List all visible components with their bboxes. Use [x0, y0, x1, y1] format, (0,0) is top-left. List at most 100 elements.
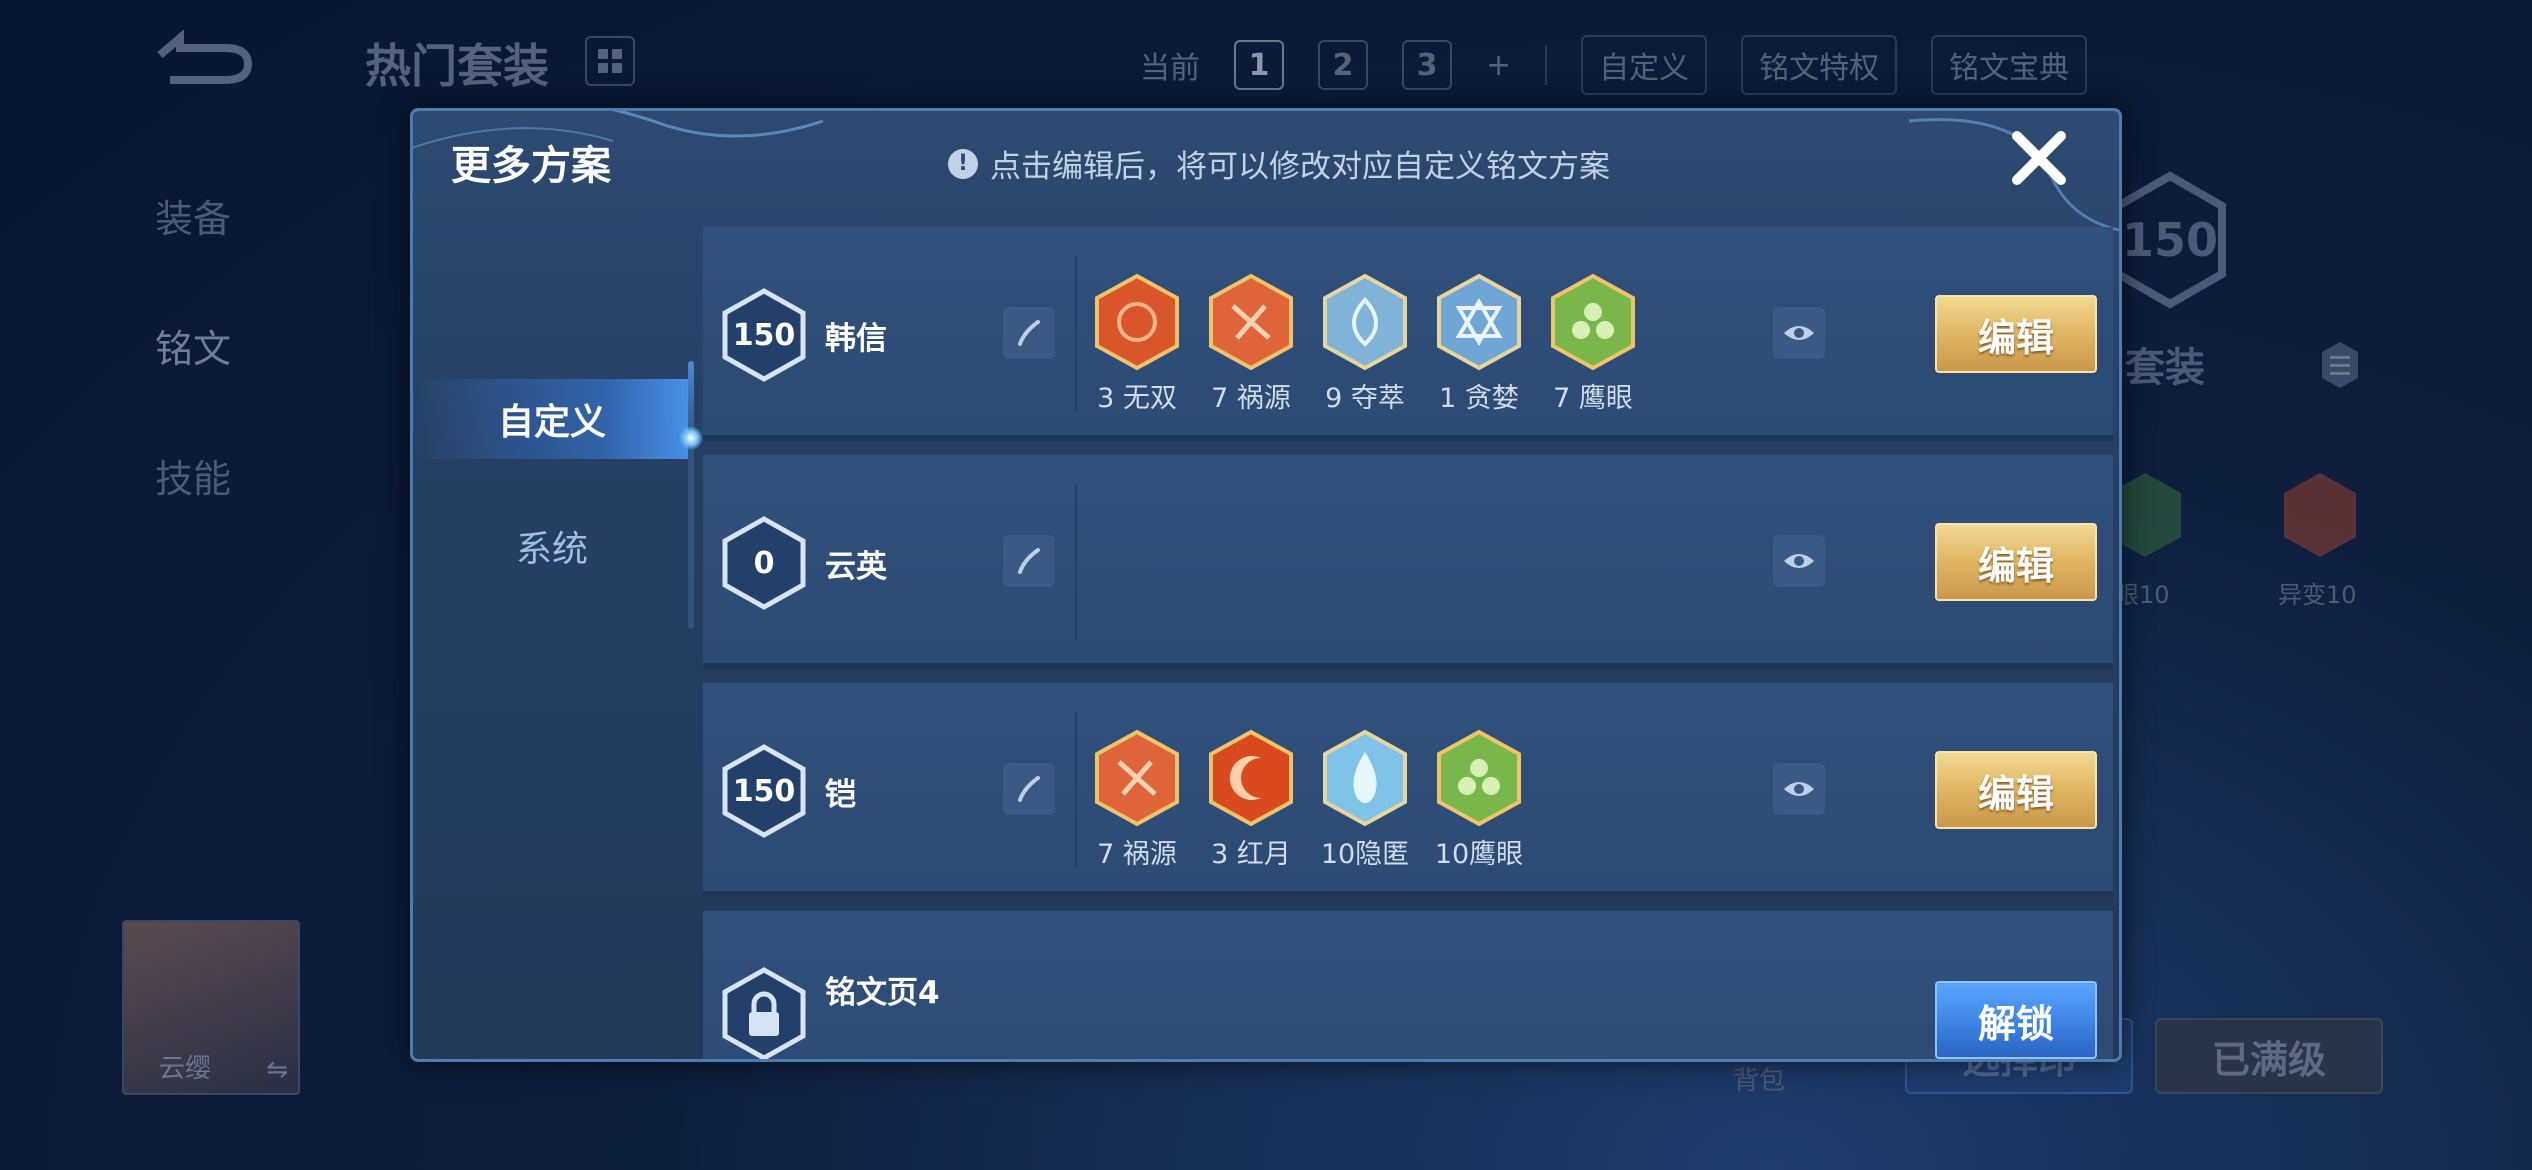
- plan-level: 150: [732, 773, 796, 809]
- info-icon: !: [948, 148, 978, 179]
- row-divider: [1075, 257, 1077, 411]
- bg-custom-button[interactable]: 自定义: [1581, 35, 1708, 95]
- rune-label: 9 夺萃: [1325, 383, 1405, 414]
- more-plans-modal: 更多方案 ! 点击编辑后，将可以修改对应自定义铭文方案 自定义 系统 150 韩…: [410, 108, 2122, 1062]
- plan-row: 0 云英 编辑: [703, 455, 2113, 669]
- bg-level-hex-icon: 150: [2114, 171, 2226, 309]
- plan-hero-name: 韩信: [825, 321, 887, 357]
- rename-button[interactable]: [1003, 307, 1055, 359]
- edit-button[interactable]: 编辑: [1935, 523, 2097, 601]
- rune-gem-icon: [1209, 729, 1293, 827]
- edit-button[interactable]: 编辑: [1935, 295, 2097, 373]
- plan-hero-name: 铠: [825, 777, 856, 813]
- close-button[interactable]: [2004, 123, 2074, 193]
- bg-menu-item-equipment[interactable]: 装备: [155, 150, 231, 280]
- bg-add-page-button[interactable]: +: [1486, 48, 1511, 83]
- bg-page-title: 热门套装: [365, 39, 549, 93]
- rune-label: 3 红月: [1211, 839, 1291, 870]
- lock-icon: [722, 967, 806, 1059]
- bg-codex-button[interactable]: 铭文宝典: [1931, 35, 2088, 95]
- plan-page-name: 铭文页4: [825, 975, 940, 1011]
- rune-item: 9 夺萃: [1321, 272, 1409, 415]
- rune-item: 3 无双: [1093, 272, 1181, 415]
- tab-system[interactable]: 系统: [413, 506, 691, 586]
- bg-page-tab-1[interactable]: 1: [1234, 40, 1284, 90]
- rune-gem-icon: [1437, 273, 1521, 371]
- rune-item: 1 贪婪: [1435, 272, 1523, 415]
- bg-divider: [1545, 45, 1548, 85]
- bg-menu-item-runes[interactable]: 铭文: [155, 280, 231, 410]
- rune-set: 3 无双 7 祸源 9 夺萃 1 贪婪 7 鹰眼: [1093, 272, 1637, 415]
- preview-button[interactable]: [1773, 535, 1825, 587]
- rename-button[interactable]: [1003, 763, 1055, 815]
- pen-icon: [1018, 320, 1040, 346]
- rune-gem-icon: [1551, 273, 1635, 371]
- rune-gem-icon: [1323, 273, 1407, 371]
- unlock-button[interactable]: 解锁: [1935, 981, 2097, 1059]
- rune-label: 3 无双: [1097, 383, 1177, 414]
- bg-menu-item-skills[interactable]: 技能: [155, 410, 231, 540]
- swap-icon[interactable]: ⇋: [266, 1055, 288, 1085]
- plan-row-locked: 铭文页4 解锁: [703, 911, 2113, 1059]
- plan-row: 150 铠 7 祸源 3 红月 10隐匿 10鹰眼 编辑: [703, 683, 2113, 897]
- bg-hero-name: 云缨: [159, 1054, 212, 1084]
- rune-label: 7 祸源: [1211, 383, 1291, 414]
- plan-hero-name: 云英: [825, 549, 887, 585]
- bg-max-level-button[interactable]: 已满级: [2155, 1018, 2383, 1094]
- rune-item: 10隐匿: [1321, 728, 1409, 871]
- row-divider: [1075, 485, 1077, 639]
- pen-icon: [1018, 776, 1040, 802]
- grid-icon[interactable]: [585, 36, 635, 86]
- bg-page-tab-2[interactable]: 2: [1318, 40, 1368, 90]
- close-icon: [2012, 131, 2066, 185]
- rune-gem-icon: [1323, 729, 1407, 827]
- modal-title: 更多方案: [451, 143, 611, 189]
- rune-gem-icon: [1209, 273, 1293, 371]
- rune-set: 7 祸源 3 红月 10隐匿 10鹰眼: [1093, 728, 1523, 871]
- rune-item: 7 祸源: [1093, 728, 1181, 871]
- rune-label: 1 贪婪: [1439, 383, 1519, 414]
- bg-current-label: 当前: [1140, 51, 1200, 86]
- bg-rune-label: 眼10: [2115, 581, 2170, 609]
- rune-label: 7 鹰眼: [1553, 383, 1633, 414]
- bg-hero-card[interactable]: 云缨 ⇋: [122, 920, 300, 1095]
- eye-icon: [1784, 554, 1814, 568]
- bg-left-menu: 装备 铭文 技能: [155, 150, 231, 540]
- edit-button[interactable]: 编辑: [1935, 751, 2097, 829]
- plan-row: 150 韩信 3 无双 7 祸源 9 夺萃 1 贪婪 7 鹰眼 编辑: [703, 227, 2113, 441]
- plan-level: 150: [732, 317, 796, 353]
- rename-button[interactable]: [1003, 535, 1055, 587]
- bg-page-tab-3[interactable]: 3: [1402, 40, 1452, 90]
- eye-icon: [1784, 782, 1814, 796]
- bg-rune-icon: [2284, 473, 2356, 557]
- rune-item: 10鹰眼: [1435, 728, 1523, 871]
- preview-button[interactable]: [1773, 307, 1825, 359]
- bg-privilege-button[interactable]: 铭文特权: [1741, 35, 1898, 95]
- rune-label: 10鹰眼: [1434, 839, 1524, 870]
- pen-icon: [1018, 548, 1040, 574]
- modal-hint: ! 点击编辑后，将可以修改对应自定义铭文方案: [948, 141, 1610, 186]
- rune-item: 7 祸源: [1207, 272, 1295, 415]
- list-icon[interactable]: [2320, 340, 2360, 390]
- tab-indicator-track: [688, 361, 694, 629]
- eye-icon: [1784, 326, 1814, 340]
- tab-custom[interactable]: 自定义: [413, 379, 691, 459]
- rune-item: 7 鹰眼: [1549, 272, 1637, 415]
- rune-label: 7 祸源: [1097, 839, 1177, 870]
- tab-indicator-dot: [679, 426, 703, 450]
- hint-text: 点击编辑后，将可以修改对应自定义铭文方案: [990, 149, 1610, 185]
- back-arrow-icon[interactable]: [150, 30, 260, 90]
- bg-pack-label: 背包: [1733, 1066, 1786, 1096]
- row-divider: [1075, 713, 1077, 867]
- preview-button[interactable]: [1773, 763, 1825, 815]
- side-tabs: 自定义 系统: [413, 251, 703, 1059]
- rune-gem-icon: [1095, 273, 1179, 371]
- bg-top-tabs: 当前 1 2 3 + 自定义 铭文特权 铭文宝典: [1140, 35, 2088, 95]
- bg-level-value: 150: [2122, 213, 2218, 267]
- rune-gem-icon: [1437, 729, 1521, 827]
- bg-rune-label: 异变10: [2278, 581, 2357, 609]
- rune-gem-icon: [1095, 729, 1179, 827]
- rune-item: 3 红月: [1207, 728, 1295, 871]
- rune-label: 10隐匿: [1320, 839, 1410, 870]
- plan-level: 0: [753, 545, 775, 581]
